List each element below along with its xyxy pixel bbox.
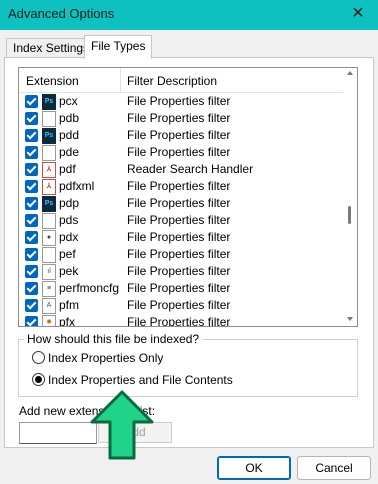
list-item[interactable]: ⅄ pdf Reader Search Handler: [19, 161, 343, 178]
checkbox-pdb[interactable]: [25, 112, 38, 125]
tab-index-settings[interactable]: Index Settings: [6, 38, 97, 59]
list-item[interactable]: pds File Properties filter: [19, 212, 343, 229]
document-file-icon: ≡: [42, 281, 56, 297]
extension-label: pek: [59, 264, 79, 278]
list-item[interactable]: A pfm File Properties filter: [19, 297, 343, 314]
list-item[interactable]: ⅄ pdfxml File Properties filter: [19, 178, 343, 195]
filter-description: File Properties filter: [127, 213, 231, 227]
font-file-icon: A: [42, 298, 56, 314]
photoshop-icon: Ps: [42, 128, 56, 144]
filter-description: File Properties filter: [127, 230, 231, 244]
scroll-thumb[interactable]: [348, 206, 351, 224]
index-method-label: How should this file be indexed?: [24, 332, 203, 346]
checkbox-pdp[interactable]: [25, 197, 38, 210]
filter-description: File Properties filter: [127, 264, 231, 278]
list-item[interactable]: ✹ pfx File Properties filter: [19, 314, 343, 327]
filter-description: File Properties filter: [127, 281, 231, 295]
checkbox-pdx[interactable]: [25, 231, 38, 244]
checkbox-pef[interactable]: [25, 248, 38, 261]
checkbox-pdd[interactable]: [25, 129, 38, 142]
filter-description: File Properties filter: [127, 247, 231, 261]
blank-file-icon: [42, 145, 56, 161]
radio-index-properties-only[interactable]: [32, 351, 45, 364]
photoshop-icon: Ps: [42, 196, 56, 212]
checkbox-pcx[interactable]: [25, 95, 38, 108]
column-header-description[interactable]: Filter Description: [127, 74, 217, 88]
extension-label: pdb: [59, 111, 80, 125]
checkbox-pfx[interactable]: [25, 316, 38, 326]
filter-description: Reader Search Handler: [127, 162, 254, 176]
pdf-icon: ⅄: [42, 179, 56, 195]
checkbox-pek[interactable]: [25, 265, 38, 278]
ok-button[interactable]: OK: [217, 456, 291, 480]
extension-label: pdd: [59, 128, 80, 142]
audio-file-icon: ıl: [42, 264, 56, 280]
blank-file-icon: [42, 247, 56, 263]
close-icon[interactable]: ✕: [346, 2, 370, 26]
checkbox-pdfxml[interactable]: [25, 180, 38, 193]
photoshop-icon: Ps: [42, 94, 56, 110]
certificate-file-icon: ✹: [42, 315, 56, 326]
column-header-extension[interactable]: Extension: [26, 74, 79, 88]
filter-description: File Properties filter: [127, 315, 231, 327]
camera-file-icon: ●: [42, 230, 56, 246]
filter-description: File Properties filter: [127, 196, 231, 210]
extension-label: pdf: [59, 162, 76, 176]
filter-description: File Properties filter: [127, 298, 231, 312]
scroll-up-icon[interactable]: [347, 71, 353, 75]
list-item[interactable]: Ps pdp File Properties filter: [19, 195, 343, 212]
blank-file-icon: [42, 111, 56, 127]
list-item[interactable]: pde File Properties filter: [19, 144, 343, 161]
extension-label: pef: [59, 247, 76, 261]
extension-label: pdx: [59, 230, 79, 244]
scroll-down-icon[interactable]: [347, 317, 353, 321]
list-item[interactable]: pef File Properties filter: [19, 246, 343, 263]
extension-label: pfm: [59, 298, 80, 312]
checkbox-pds[interactable]: [25, 214, 38, 227]
checkbox-pdf[interactable]: [25, 163, 38, 176]
filter-description: File Properties filter: [127, 179, 231, 193]
radio-label-properties-only[interactable]: Index Properties Only: [48, 351, 163, 365]
radio-index-properties-and-contents[interactable]: [32, 373, 45, 386]
list-item[interactable]: Ps pcx File Properties filter: [19, 93, 343, 110]
index-method-group: [18, 339, 358, 397]
extension-label: pds: [59, 213, 79, 227]
checkbox-perfmoncfg[interactable]: [25, 282, 38, 295]
title-bar: Advanced Options ✕: [0, 0, 378, 30]
extension-label: perfmoncfg: [59, 281, 120, 295]
pdf-icon: ⅄: [42, 162, 56, 178]
list-item[interactable]: Ps pdd File Properties filter: [19, 127, 343, 144]
checkbox-pfm[interactable]: [25, 299, 38, 312]
filter-description: File Properties filter: [127, 128, 231, 142]
extension-label: pcx: [59, 94, 78, 108]
list-item[interactable]: ≡ perfmoncfg File Properties filter: [19, 280, 343, 297]
radio-label-properties-and-contents[interactable]: Index Properties and File Contents: [48, 373, 233, 387]
new-extension-input[interactable]: [19, 422, 97, 444]
list-item[interactable]: ıl pek File Properties filter: [19, 263, 343, 280]
column-divider[interactable]: [120, 68, 121, 92]
filter-description: File Properties filter: [127, 94, 231, 108]
blank-file-icon: [42, 213, 56, 229]
list-item[interactable]: pdb File Properties filter: [19, 110, 343, 127]
up-arrow-overlay-icon: [90, 390, 154, 460]
extension-label: pdfxml: [59, 179, 95, 193]
file-type-list[interactable]: Extension Filter Description Ps pcx File…: [18, 67, 358, 327]
list-header: Extension Filter Description: [19, 68, 343, 93]
tab-file-types[interactable]: File Types: [84, 35, 153, 59]
window-title: Advanced Options: [8, 6, 115, 21]
extension-label: pfx: [59, 315, 76, 327]
list-item[interactable]: ● pdx File Properties filter: [19, 229, 343, 246]
cancel-button[interactable]: Cancel: [297, 456, 371, 480]
filter-description: File Properties filter: [127, 145, 231, 159]
list-scrollbar[interactable]: [344, 68, 356, 326]
extension-label: pdp: [59, 196, 80, 210]
extension-label: pde: [59, 145, 80, 159]
checkbox-pde[interactable]: [25, 146, 38, 159]
filter-description: File Properties filter: [127, 111, 231, 125]
file-type-rows: Ps pcx File Properties filter pdb File P…: [19, 93, 343, 327]
